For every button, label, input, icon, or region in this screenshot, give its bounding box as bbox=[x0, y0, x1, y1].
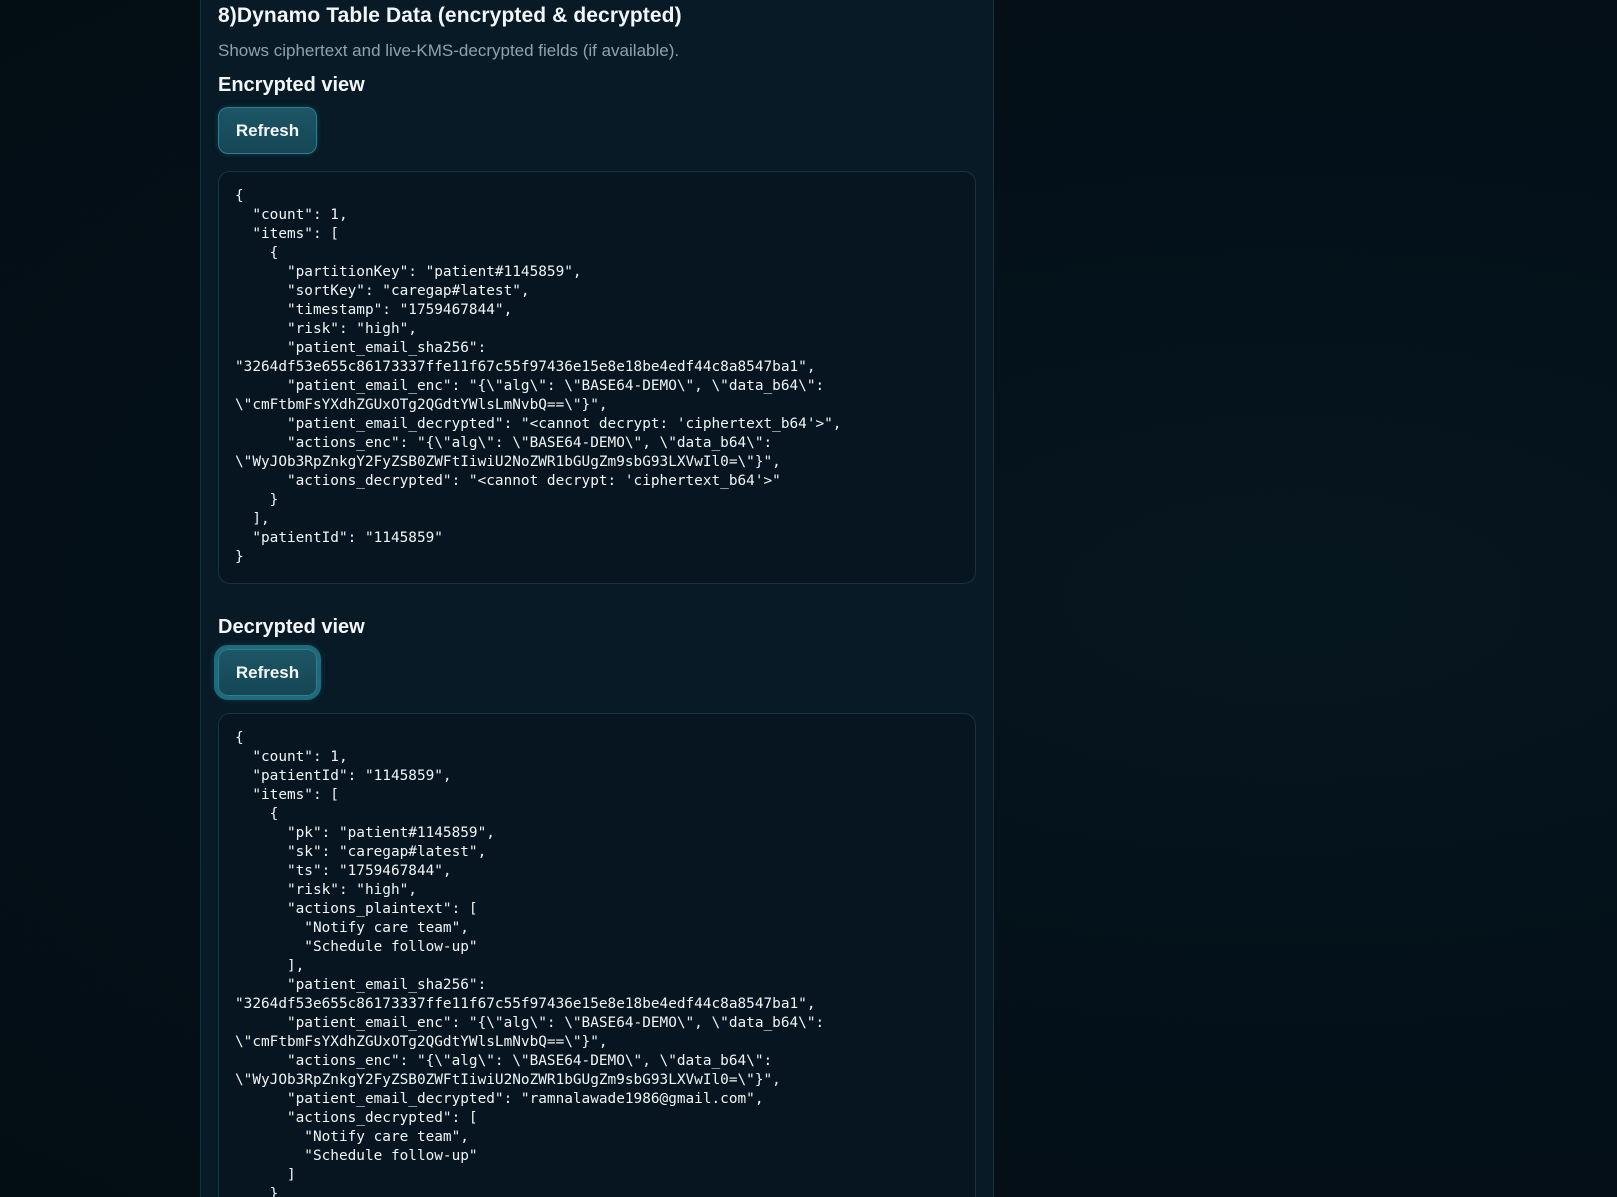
encrypted-json-output: { "count": 1, "items": [ { "partitionKey… bbox=[235, 188, 842, 565]
decrypted-refresh-button[interactable]: Refresh bbox=[214, 645, 321, 700]
decrypted-view-title: Decrypted view bbox=[218, 616, 365, 638]
decrypted-json-output: { "count": 1, "patientId": "1145859", "i… bbox=[235, 730, 825, 1197]
section-title: 8)Dynamo Table Data (encrypted & decrypt… bbox=[218, 4, 682, 27]
encrypted-view-title: Encrypted view bbox=[218, 74, 365, 96]
section-description: Shows ciphertext and live-KMS-decrypted … bbox=[218, 41, 680, 60]
decrypted-json-box[interactable]: { "count": 1, "patientId": "1145859", "i… bbox=[218, 713, 976, 1197]
encrypted-json-box[interactable]: { "count": 1, "items": [ { "partitionKey… bbox=[218, 171, 976, 584]
encrypted-refresh-button[interactable]: Refresh bbox=[218, 107, 317, 154]
